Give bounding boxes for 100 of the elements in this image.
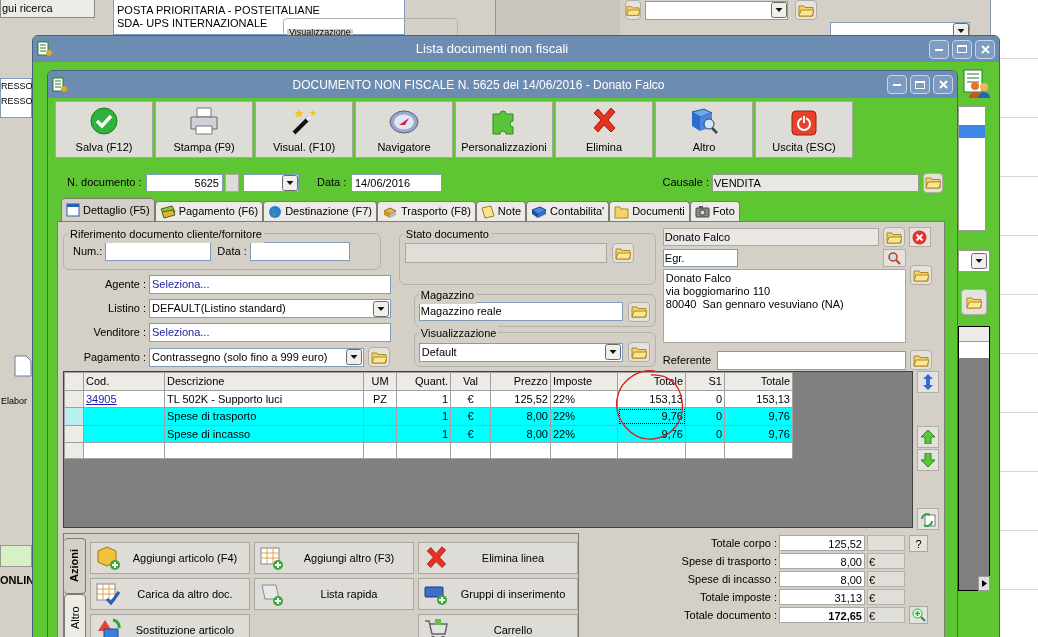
list-item[interactable]: RESSO bbox=[1, 94, 33, 109]
action-button[interactable]: Aggiungi articolo (F4) bbox=[90, 542, 250, 574]
total-value: 31,13 bbox=[779, 589, 865, 605]
customer-field[interactable]: Donato Falco bbox=[662, 228, 879, 246]
folder-button[interactable] bbox=[909, 350, 932, 370]
search-button[interactable] bbox=[882, 249, 906, 267]
tab[interactable]: Contabilita' bbox=[526, 201, 610, 221]
folder-button[interactable] bbox=[795, 0, 817, 20]
dropdown-field[interactable]: Default bbox=[418, 342, 623, 362]
folder-button[interactable] bbox=[611, 243, 634, 263]
column-header[interactable]: Descrizione bbox=[164, 372, 364, 390]
column-header[interactable]: Val bbox=[450, 372, 491, 390]
field-label: Listino : bbox=[107, 301, 147, 317]
folder-button[interactable] bbox=[625, 0, 641, 20]
action-button[interactable]: Elimina linea bbox=[418, 542, 578, 574]
action-button[interactable]: Carrello bbox=[418, 614, 578, 637]
toolbar-button[interactable]: Elimina bbox=[555, 101, 653, 158]
input-field[interactable] bbox=[249, 242, 350, 261]
vertical-tab[interactable]: Altro bbox=[64, 594, 86, 637]
warehouse-field[interactable]: Magazzino reale bbox=[418, 302, 623, 322]
column-header[interactable]: Prezzo bbox=[490, 372, 551, 390]
dropdown-field[interactable]: DEFAULT(Listino standard) bbox=[149, 299, 391, 318]
list-item[interactable]: SDA- UPS INTERNAZIONALE bbox=[117, 17, 268, 30]
column-header[interactable]: S1 bbox=[685, 372, 725, 390]
toolbar-button[interactable]: Altro bbox=[655, 101, 753, 158]
dropdown-field[interactable] bbox=[645, 1, 788, 20]
column-header[interactable]: Quant. bbox=[396, 372, 451, 390]
refresh-button[interactable] bbox=[917, 508, 939, 530]
dropdown-field[interactable] bbox=[830, 22, 970, 36]
dropdown-field[interactable] bbox=[958, 250, 990, 272]
list-item[interactable]: RESSO bbox=[1, 79, 33, 94]
search-button[interactable]: gui ricerca bbox=[0, 0, 95, 18]
action-button[interactable]: Sostituzione articolo bbox=[90, 614, 250, 637]
select-field[interactable]: Seleziona... bbox=[149, 323, 391, 342]
window-title: Lista documenti non fiscali bbox=[414, 40, 570, 59]
causale-field[interactable]: VENDITA bbox=[712, 173, 919, 192]
maximize-button[interactable] bbox=[952, 39, 972, 59]
tab[interactable]: Trasporto (F8) bbox=[376, 201, 476, 221]
tab[interactable]: Dettaglio (F5) bbox=[61, 198, 155, 221]
field-label: Data : bbox=[217, 244, 247, 260]
folder-button[interactable] bbox=[368, 347, 390, 367]
folder-button[interactable] bbox=[627, 301, 650, 322]
action-button[interactable]: Gruppi di inserimento bbox=[418, 578, 578, 610]
folder-button[interactable] bbox=[923, 172, 943, 193]
list-box[interactable]: RESSO RESSO bbox=[0, 78, 32, 118]
toolbar-button[interactable]: Uscita (ESC) bbox=[755, 101, 853, 158]
help-button[interactable]: ? bbox=[909, 534, 928, 552]
column-header[interactable]: Totale bbox=[724, 372, 793, 390]
dropdown-field[interactable]: Contrassegno (solo fino a 999 euro) bbox=[149, 347, 364, 367]
maximize-button[interactable] bbox=[910, 75, 930, 94]
tab[interactable]: Destinazione (F7) bbox=[263, 201, 377, 221]
folder-button[interactable] bbox=[961, 289, 987, 315]
address-box[interactable]: Donato Falco via boggiomarino 110 80040 San gennaro vesuviano (NA) bbox=[662, 269, 906, 343]
move-up-button[interactable] bbox=[917, 426, 939, 448]
folder-icon bbox=[614, 246, 631, 260]
toolbar-button[interactable]: Personalizzazioni bbox=[455, 101, 553, 158]
minimize-button[interactable] bbox=[929, 39, 949, 59]
tab[interactable]: Note bbox=[475, 201, 527, 221]
date-field[interactable]: 14/06/2016 bbox=[351, 173, 442, 192]
column-header[interactable]: Cod. bbox=[83, 372, 165, 390]
action-button[interactable]: Lista rapida bbox=[254, 578, 414, 610]
vertical-tab[interactable]: Azioni bbox=[64, 538, 86, 594]
list-box[interactable] bbox=[958, 106, 986, 231]
note-icon bbox=[480, 204, 495, 219]
close-button[interactable] bbox=[933, 75, 953, 94]
toolbar-button[interactable]: Visual. (F10) bbox=[255, 101, 353, 158]
move-button[interactable] bbox=[917, 371, 939, 393]
zoom-button[interactable] bbox=[909, 606, 928, 624]
series-dropdown[interactable] bbox=[243, 173, 299, 192]
number-field[interactable]: 5625 bbox=[146, 173, 223, 192]
dropdown-arrow-icon bbox=[953, 23, 969, 35]
action-button[interactable]: Carica da altro doc. bbox=[90, 578, 250, 610]
action-button[interactable]: Aggiungi altro (F3) bbox=[254, 542, 414, 574]
folder-icon bbox=[614, 204, 630, 219]
delete-button[interactable] bbox=[908, 227, 931, 247]
tab[interactable]: Pagamento (F6) bbox=[154, 201, 264, 221]
folder-button[interactable] bbox=[882, 227, 905, 247]
folder-button[interactable] bbox=[627, 342, 650, 363]
unit-field: € bbox=[867, 571, 905, 587]
tab[interactable]: Documenti bbox=[609, 201, 690, 221]
folder-button[interactable] bbox=[909, 265, 932, 285]
small-button[interactable] bbox=[225, 173, 239, 192]
referente-field[interactable] bbox=[716, 350, 906, 370]
total-value: 8,00 bbox=[779, 553, 865, 569]
move-down-button[interactable] bbox=[917, 449, 939, 471]
toolbar-button[interactable]: Navigatore bbox=[355, 101, 453, 158]
table-cell: 22% bbox=[550, 425, 618, 443]
toolbar-button[interactable]: Stampa (F9) bbox=[155, 101, 253, 158]
tab[interactable]: Foto bbox=[689, 201, 740, 221]
column-header[interactable]: Imposte bbox=[550, 372, 618, 390]
address-line: 80040 San gennaro vesuviano (NA) bbox=[665, 298, 845, 311]
scroll-right-button[interactable] bbox=[978, 576, 990, 591]
close-icon bbox=[938, 80, 948, 89]
list-item[interactable]: POSTA PRIORITARIA - POSTEITALIANE bbox=[117, 4, 320, 17]
column-header[interactable]: UM bbox=[363, 372, 397, 390]
minimize-button[interactable] bbox=[887, 75, 907, 94]
select-field[interactable]: Seleziona... bbox=[149, 275, 391, 294]
close-button[interactable] bbox=[975, 39, 995, 59]
salutation-field[interactable]: Egr. bbox=[662, 249, 738, 267]
toolbar-button[interactable]: Salva (F12) bbox=[55, 101, 153, 158]
